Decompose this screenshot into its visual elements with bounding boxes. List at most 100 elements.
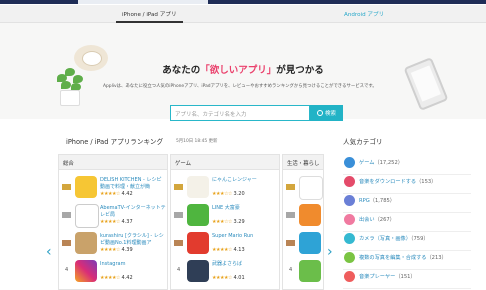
category-icon — [344, 233, 355, 244]
category-icon — [344, 271, 355, 282]
app-name-link[interactable]: Super Mario Run — [212, 233, 278, 240]
hero-section: あなたの「欲しいアプリ」が見つかる Applivは、あなたに役立つ人気のiPho… — [0, 23, 486, 121]
app-name-link[interactable]: Instagram — [100, 261, 166, 268]
ranking-row[interactable] — [283, 174, 323, 202]
rating-score: 3.29 — [233, 219, 245, 225]
star-rating-icon: ★★★★☆ — [100, 247, 120, 253]
ranking-row[interactable] — [283, 202, 323, 230]
category-name: 音楽をダウンロードする — [359, 179, 417, 185]
rank-badge — [62, 211, 72, 219]
ranking-title: iPhone / iPad アプリランキング — [66, 138, 164, 146]
platform-tabs: iPhone / iPad アプリ Android アプリ — [0, 5, 486, 23]
app-rating: ★★★★☆ 4.42 — [100, 191, 133, 197]
category-name: ゲーム — [359, 160, 375, 166]
category-icon — [344, 214, 355, 225]
ranking-row[interactable]: DELISH KITCHEN - レシピ動画で料理・献立が簡 ★★★★☆ 4.42 — [59, 174, 167, 202]
star-rating-icon: ★★★★☆ — [100, 275, 120, 281]
ranking-row[interactable]: にゃんこレンジャー ★★★☆☆ 3.20 — [171, 174, 279, 202]
hero-title: あなたの「欲しいアプリ」が見つかる — [162, 65, 324, 76]
rank-badge: 4 — [286, 267, 296, 275]
rank-badge — [174, 239, 184, 247]
ranking-row[interactable] — [283, 230, 323, 258]
rank-badge — [174, 211, 184, 219]
category-label[interactable]: 音楽をダウンロードする（153） — [359, 178, 436, 185]
search-button[interactable]: 検索 — [310, 105, 343, 121]
rank-badge — [62, 183, 72, 191]
app-rating: ★★★★☆ 4.13 — [212, 247, 245, 253]
search-input[interactable]: アプリ名、カテゴリ名を入力 — [170, 105, 310, 121]
mario-app-icon[interactable] — [187, 232, 209, 254]
star-rating-icon: ★★★★☆ — [100, 191, 120, 197]
ranking-next-arrow[interactable]: › — [327, 244, 333, 260]
star-rating-icon: ★★★☆☆ — [212, 219, 232, 225]
crown-icon — [62, 212, 71, 218]
rating-score: 4.42 — [121, 275, 133, 281]
app-rating: ★★★★☆ 4.39 — [100, 247, 133, 253]
crown-icon — [286, 212, 295, 218]
life4-app-icon[interactable] — [299, 260, 321, 282]
ranking-panel-heading[interactable]: 生活・暮らし — [283, 155, 323, 170]
ranking-row[interactable]: LINE 大富豪 ★★★☆☆ 3.29 — [171, 202, 279, 230]
app-rating: ★★★★☆ 4.42 — [100, 275, 133, 281]
app-name-link[interactable]: kurashiru [クラシル] - レシピ動画No.1料理動画ア — [100, 233, 166, 246]
ranking-row[interactable]: Super Mario Run ★★★★☆ 4.13 — [171, 230, 279, 258]
ranking-prev-arrow[interactable]: ‹ — [46, 244, 52, 260]
category-icon — [344, 195, 355, 206]
ranking-panel-games: ゲーム にゃんこレンジャー ★★★☆☆ 3.20 LINE 大富豪 ★★★☆☆ 3.29… — [170, 154, 280, 290]
rank-number: 4 — [289, 267, 293, 273]
buki-app-icon[interactable] — [187, 260, 209, 282]
ranking-row[interactable]: kurashiru [クラシル] - レシピ動画No.1料理動画ア ★★★★☆ 4… — [59, 230, 167, 258]
abema-app-icon[interactable] — [75, 204, 99, 228]
star-rating-icon: ★★★★☆ — [212, 275, 232, 281]
app-name-link[interactable]: LINE 大富豪 — [212, 205, 278, 212]
ranking-panel-heading[interactable]: ゲーム — [171, 155, 279, 170]
delish-app-icon[interactable] — [75, 176, 97, 198]
rank-badge — [286, 211, 296, 219]
ranking-row[interactable]: 4 Instagram ★★★★☆ 4.42 — [59, 258, 167, 286]
rank-badge: 4 — [62, 267, 72, 275]
category-label[interactable]: 複数の写真を編集・合成する（213） — [359, 254, 447, 261]
ranking-row[interactable]: AbemaTV-インターネットテレビ局 ★★★★☆ 4.37 — [59, 202, 167, 230]
category-icon — [344, 252, 355, 263]
crown-icon — [174, 212, 183, 218]
crown-icon — [286, 240, 295, 246]
ranking-row[interactable]: 4 — [283, 258, 323, 286]
nyanko-app-icon[interactable] — [187, 176, 209, 198]
category-label[interactable]: RPG（1,785） — [359, 197, 395, 204]
star-rating-icon: ★★★★☆ — [100, 219, 120, 225]
life1-app-icon[interactable] — [299, 176, 323, 200]
app-name-link[interactable]: DELISH KITCHEN - レシピ動画で料理・献立が簡 — [100, 177, 166, 190]
category-label[interactable]: 出会い（267） — [359, 216, 395, 223]
rating-score: 4.39 — [121, 247, 133, 253]
rating-score: 3.20 — [233, 191, 245, 197]
category-count: （267） — [374, 217, 395, 223]
ranking-panel-lifestyle: 生活・暮らし 4 — [282, 154, 324, 290]
line-app-icon[interactable] — [187, 204, 209, 226]
rank-badge — [286, 183, 296, 191]
ranking-panel-heading[interactable]: 総合 — [59, 155, 167, 170]
instagram-app-icon[interactable] — [75, 260, 97, 282]
app-name-link[interactable]: 武器よさらば — [212, 261, 278, 268]
category-icon — [344, 157, 355, 168]
rank-badge: 4 — [174, 267, 184, 275]
header-notch — [78, 0, 208, 4]
life3-app-icon[interactable] — [299, 232, 321, 254]
category-name: カメラ（写真・画像） — [359, 236, 411, 242]
category-label[interactable]: 音楽プレーヤー（151） — [359, 273, 416, 280]
popular-categories-title: 人気カテゴリ — [343, 138, 383, 146]
tab-android[interactable]: Android アプリ — [344, 10, 384, 18]
plant-pot-illustration — [60, 90, 80, 106]
category-label[interactable]: カメラ（写真・画像）（759） — [359, 235, 429, 242]
tab-iphone-ipad[interactable]: iPhone / iPad アプリ — [116, 10, 183, 23]
app-name-link[interactable]: にゃんこレンジャー — [212, 177, 278, 184]
ranking-row[interactable]: 4 武器よさらば ★★★★☆ 4.01 — [171, 258, 279, 286]
kurashiru-app-icon[interactable] — [75, 232, 97, 254]
category-label[interactable]: ゲーム（17,252） — [359, 159, 403, 166]
category-item[interactable]: 音楽プレーヤー（151） — [343, 267, 471, 289]
rank-badge — [286, 239, 296, 247]
rank-number: 4 — [65, 267, 69, 273]
crown-icon — [62, 240, 71, 246]
app-rating: ★★★★☆ 4.01 — [212, 275, 245, 281]
life2-app-icon[interactable] — [299, 204, 321, 226]
app-name-link[interactable]: AbemaTV-インターネットテレビ局 — [100, 205, 166, 218]
